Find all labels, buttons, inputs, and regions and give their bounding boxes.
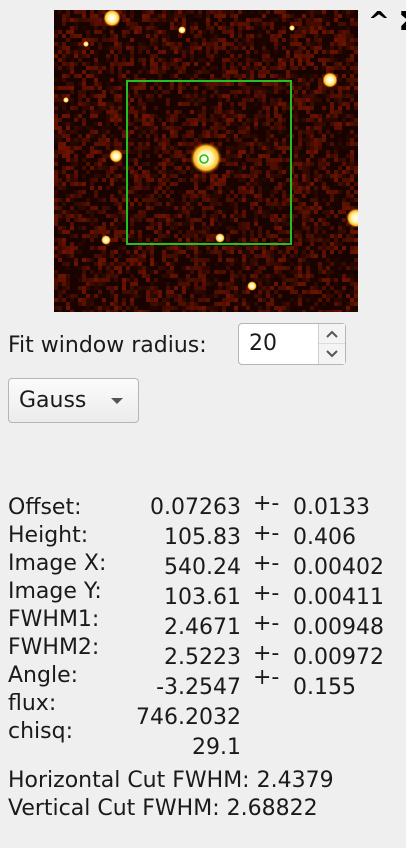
offset-error: 0.0133 <box>293 495 370 520</box>
offset-plusminus: +- <box>253 491 280 516</box>
angle-error: 0.155 <box>293 675 356 700</box>
star-blob <box>101 235 111 245</box>
chevron-down-icon <box>326 350 338 358</box>
height-plusminus: +- <box>253 521 280 546</box>
height-value: 105.83 <box>164 525 241 550</box>
flux-label: flux: <box>8 691 57 716</box>
star-blob <box>83 41 89 47</box>
image-stamp[interactable] <box>54 10 358 312</box>
star-blob <box>322 72 338 88</box>
image-y-label: Image Y: <box>8 579 102 604</box>
flux-value: 746.2032 <box>136 705 241 730</box>
star-blob <box>247 281 257 291</box>
chevron-up-icon <box>326 330 338 338</box>
fwhm1-error: 0.00948 <box>293 615 384 640</box>
chisq-label: chisq: <box>8 719 73 744</box>
image-x-value: 540.24 <box>164 555 241 580</box>
angle-label: Angle: <box>8 663 79 688</box>
horizontal-cut-fwhm: Horizontal Cut FWHM: 2.4379 <box>8 768 334 793</box>
fwhm2-label: FWHM2: <box>8 635 100 660</box>
vertical-cut-fwhm: Vertical Cut FWHM: 2.68822 <box>8 796 318 821</box>
angle-plusminus: +- <box>253 665 280 690</box>
fwhm2-value: 2.5223 <box>164 645 241 670</box>
fwhm1-value: 2.4671 <box>164 615 241 640</box>
image-y-value: 103.61 <box>164 585 241 610</box>
star-blob <box>289 25 295 31</box>
image-x-error: 0.00402 <box>293 555 384 580</box>
spin-up-button[interactable] <box>319 324 345 344</box>
image-y-error: 0.00411 <box>293 585 384 610</box>
height-label: Height: <box>8 523 89 548</box>
image-x-plusminus: +- <box>253 551 280 576</box>
angle-value: -3.2547 <box>156 675 241 700</box>
fit-window-radius-input[interactable] <box>249 324 319 364</box>
star-blob <box>63 97 69 103</box>
fit-model-selected: Gauss <box>19 388 87 413</box>
fit-model-dropdown[interactable]: Gauss <box>8 378 139 423</box>
image-y-plusminus: +- <box>253 581 280 606</box>
fwhm1-label: FWHM1: <box>8 607 100 632</box>
stamp-canvas <box>54 10 358 312</box>
fit-window-radius-label: Fit window radius: <box>8 333 207 358</box>
image-x-label: Image X: <box>8 551 107 576</box>
fwhm2-error: 0.00972 <box>293 645 384 670</box>
star-blob <box>178 26 186 34</box>
star-blob <box>215 233 225 243</box>
collapse-toggle[interactable]: ^ Σ <box>368 8 406 36</box>
dropdown-arrow-icon <box>111 398 123 404</box>
offset-value: 0.07263 <box>150 495 241 520</box>
star-blob <box>190 142 222 174</box>
fwhm1-plusminus: +- <box>253 611 280 636</box>
offset-label: Offset: <box>8 495 82 520</box>
fit-window-radius-spinbox[interactable] <box>238 323 346 365</box>
spin-down-button[interactable] <box>319 344 345 364</box>
star-blob <box>109 149 123 163</box>
chisq-value: 29.1 <box>192 735 241 760</box>
height-error: 0.406 <box>293 525 356 550</box>
